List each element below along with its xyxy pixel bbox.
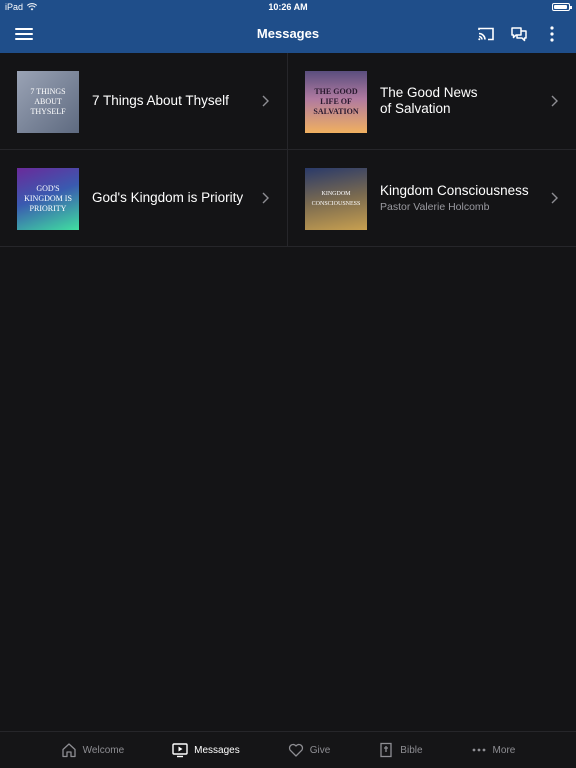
battery-icon <box>552 3 572 11</box>
more-vertical-icon[interactable] <box>543 25 561 43</box>
tab-bible[interactable]: Bible <box>354 732 446 768</box>
chevron-right-icon <box>551 95 558 107</box>
chat-icon[interactable] <box>510 25 528 43</box>
message-item-0[interactable]: 7 THINGS ABOUT THYSELF 7 Things About Th… <box>0 53 288 149</box>
tab-label: Give <box>309 744 331 756</box>
chevron-right-icon <box>551 192 558 204</box>
thumbnail-text: KINGDOM CONSCIOUSNESS <box>311 191 361 207</box>
heart-icon <box>288 743 303 757</box>
tab-more[interactable]: More <box>447 732 540 768</box>
message-item-1[interactable]: THE GOOD LIFE OF SALVATION The Good News… <box>288 53 576 149</box>
thumbnail-text: GOD'S KINGDOM IS PRIORITY <box>24 184 72 213</box>
home-icon <box>62 743 76 758</box>
tab-bar: Welcome Messages Give Bible More <box>0 731 576 768</box>
thumbnail-text: 7 THINGS ABOUT THYSELF <box>30 87 66 116</box>
cast-icon[interactable] <box>477 25 495 43</box>
tab-label: Bible <box>400 744 423 756</box>
message-item-2[interactable]: GOD'S KINGDOM IS PRIORITY God's Kingdom … <box>0 150 288 246</box>
tab-messages[interactable]: Messages <box>148 732 264 768</box>
message-title: 7 Things About Thyself <box>92 93 229 108</box>
message-title: God's Kingdom is Priority <box>92 190 244 205</box>
message-thumbnail: KINGDOM CONSCIOUSNESS <box>305 168 367 230</box>
tab-label: Messages <box>194 744 240 756</box>
status-bar: iPad 10:26 AM <box>0 0 576 15</box>
tab-label: Welcome <box>82 744 125 756</box>
chevron-right-icon <box>262 192 269 204</box>
message-thumbnail: GOD'S KINGDOM IS PRIORITY <box>17 168 79 230</box>
message-speaker: Pastor Valerie Holcomb <box>380 201 490 213</box>
status-time: 10:26 AM <box>268 2 308 12</box>
grid-row: GOD'S KINGDOM IS PRIORITY God's Kingdom … <box>0 150 576 247</box>
message-title: Kingdom Consciousness <box>380 183 529 198</box>
bible-icon <box>380 742 392 758</box>
message-thumbnail: 7 THINGS ABOUT THYSELF <box>17 71 79 133</box>
grid-row: 7 THINGS ABOUT THYSELF 7 Things About Th… <box>0 53 576 150</box>
messages-grid: 7 THINGS ABOUT THYSELF 7 Things About Th… <box>0 53 576 247</box>
nav-bar: Messages <box>0 15 576 53</box>
thumbnail-text: THE GOOD LIFE OF SALVATION <box>313 87 359 116</box>
chevron-right-icon <box>262 95 269 107</box>
message-title: The Good News of Salvation <box>380 85 478 116</box>
tv-play-icon <box>172 743 188 758</box>
message-item-3[interactable]: KINGDOM CONSCIOUSNESS Kingdom Consciousn… <box>288 150 576 246</box>
tab-give[interactable]: Give <box>264 732 355 768</box>
more-dots-icon <box>472 748 485 752</box>
tab-welcome[interactable]: Welcome <box>37 732 149 768</box>
tab-label: More <box>492 744 516 756</box>
message-thumbnail: THE GOOD LIFE OF SALVATION <box>305 71 367 133</box>
